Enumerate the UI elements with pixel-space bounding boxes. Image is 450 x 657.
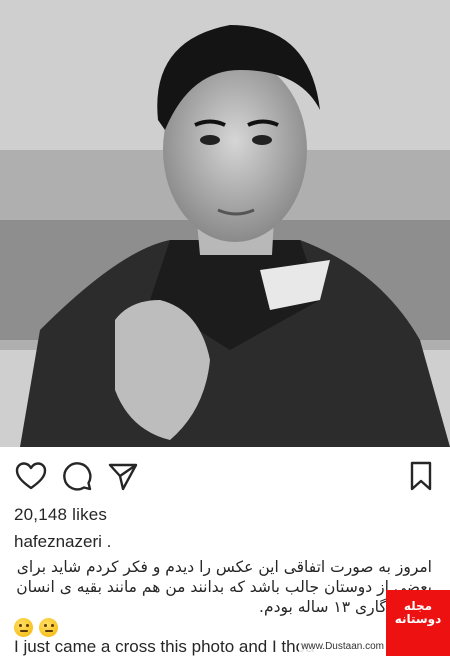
caption-persian: امروز به صورت اتفاقی این عکس را دیدم و ف… [16,558,432,616]
thinking-emoji-icon [14,618,33,638]
watermark-logo: مجله دوستانه [386,590,450,656]
post-username[interactable]: hafeznazeri . [14,532,111,552]
portrait-image [0,0,450,447]
bookmark-icon[interactable] [404,459,438,493]
post-actions [0,447,450,505]
like-count[interactable]: 20,148 likes [14,505,107,525]
thinking-emoji-icon [39,618,58,638]
comment-icon[interactable] [60,459,94,493]
watermark-site: www.Dustaan.com [299,641,386,652]
heart-icon[interactable] [14,459,48,493]
post-photo[interactable] [0,0,450,447]
share-icon[interactable] [106,459,140,493]
watermark-brand: مجله دوستانه [394,599,442,626]
caption-english: I just came a cross this photo and I tho… [14,637,315,656]
emoji-row [14,617,64,638]
